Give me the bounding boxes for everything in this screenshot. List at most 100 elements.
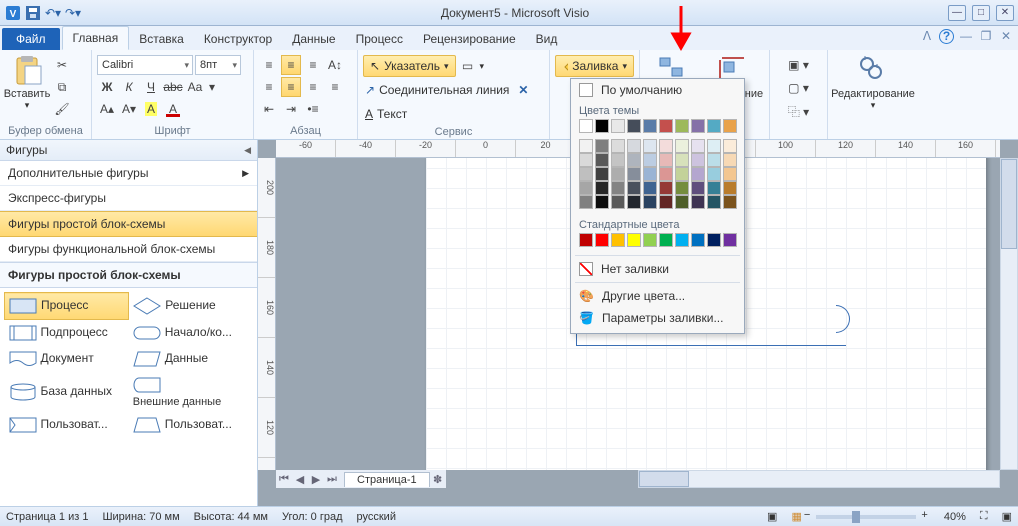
color-swatch[interactable]: [611, 139, 625, 153]
color-swatch[interactable]: [691, 195, 705, 209]
color-swatch[interactable]: [579, 119, 593, 133]
color-swatch[interactable]: [691, 139, 705, 153]
presentation-icon[interactable]: ▦: [791, 510, 801, 523]
shape-process[interactable]: Процесс: [5, 293, 129, 320]
color-swatch[interactable]: [595, 139, 609, 153]
color-swatch[interactable]: [675, 181, 689, 195]
fill-button[interactable]: Заливка▾: [555, 55, 634, 77]
font-size-combo[interactable]: 8пт: [195, 55, 241, 75]
color-swatch[interactable]: [675, 119, 689, 133]
color-swatch[interactable]: [723, 167, 737, 181]
color-swatch[interactable]: [643, 167, 657, 181]
color-swatch[interactable]: [611, 233, 625, 247]
color-swatch[interactable]: [707, 233, 721, 247]
color-swatch[interactable]: [659, 119, 673, 133]
justify-icon[interactable]: ≡: [325, 77, 345, 97]
color-swatch[interactable]: [691, 119, 705, 133]
bullets-icon[interactable]: •≡: [303, 99, 323, 119]
color-swatch[interactable]: [627, 119, 641, 133]
minimize-ribbon-icon[interactable]: ᐱ: [919, 28, 935, 44]
color-swatch[interactable]: [659, 167, 673, 181]
color-swatch[interactable]: [595, 195, 609, 209]
minimize-button[interactable]: —: [948, 5, 966, 21]
color-swatch[interactable]: [723, 195, 737, 209]
cut-icon[interactable]: ✂: [52, 55, 72, 75]
color-swatch[interactable]: [627, 181, 641, 195]
paste-button[interactable]: Вставить ▾: [5, 52, 49, 118]
color-swatch[interactable]: [723, 119, 737, 133]
align-right-icon[interactable]: ≡: [303, 77, 323, 97]
color-swatch[interactable]: [707, 119, 721, 133]
fill-options-item[interactable]: 🪣Параметры заливки...: [571, 307, 744, 329]
color-swatch[interactable]: [691, 233, 705, 247]
strike-icon[interactable]: abc: [163, 77, 183, 97]
vertical-scrollbar[interactable]: [1000, 158, 1018, 470]
no-fill-item[interactable]: Нет заливки: [571, 258, 744, 280]
italic-icon[interactable]: К: [119, 77, 139, 97]
color-swatch[interactable]: [707, 195, 721, 209]
color-swatch[interactable]: [579, 139, 593, 153]
connector[interactable]: [576, 345, 846, 346]
shape-database[interactable]: База данных: [5, 372, 129, 412]
color-swatch[interactable]: [723, 139, 737, 153]
color-swatch[interactable]: [611, 119, 625, 133]
grow-font-icon[interactable]: A▴: [97, 99, 117, 119]
underline-icon[interactable]: Ч: [141, 77, 161, 97]
shape-custom2[interactable]: Пользоват...: [129, 412, 253, 438]
shape-custom1[interactable]: Пользоват...: [5, 412, 129, 438]
color-swatch[interactable]: [723, 233, 737, 247]
shape-data[interactable]: Данные: [129, 346, 253, 372]
page-tab[interactable]: Страница-1: [344, 472, 430, 487]
bring-front-icon[interactable]: ▣ ▾: [775, 55, 822, 75]
color-swatch[interactable]: [595, 153, 609, 167]
doc-close-icon[interactable]: ✕: [998, 28, 1014, 44]
shape-decision[interactable]: Решение: [129, 293, 253, 320]
zoom-value[interactable]: 40%: [944, 511, 966, 523]
color-swatch[interactable]: [595, 233, 609, 247]
color-swatch[interactable]: [659, 153, 673, 167]
color-swatch[interactable]: [675, 233, 689, 247]
align-bottom-icon[interactable]: ≡: [303, 55, 323, 75]
color-swatch[interactable]: [643, 153, 657, 167]
color-swatch[interactable]: [595, 167, 609, 181]
fullscreen-icon[interactable]: ▣: [1002, 510, 1012, 523]
color-swatch[interactable]: [707, 181, 721, 195]
tab-home[interactable]: Главная: [62, 26, 130, 50]
color-swatch[interactable]: [707, 139, 721, 153]
align-top-icon[interactable]: ≡: [259, 55, 279, 75]
more-colors-item[interactable]: 🎨Другие цвета...: [571, 285, 744, 307]
color-swatch[interactable]: [675, 195, 689, 209]
color-swatch[interactable]: [659, 139, 673, 153]
color-swatch[interactable]: [611, 181, 625, 195]
fit-page-icon[interactable]: ⛶: [980, 510, 988, 523]
shape-document[interactable]: Документ: [5, 346, 129, 372]
color-swatch[interactable]: [643, 233, 657, 247]
macro-record-icon[interactable]: ▣: [767, 510, 777, 523]
color-swatch[interactable]: [659, 181, 673, 195]
help-icon[interactable]: ?: [939, 29, 954, 44]
pointer-tool-button[interactable]: ↖Указатель▾: [363, 55, 456, 77]
color-swatch[interactable]: [611, 153, 625, 167]
more-shapes-item[interactable]: Дополнительные фигуры▶: [0, 161, 257, 186]
font-name-combo[interactable]: Calibri: [97, 55, 193, 75]
prev-page-icon[interactable]: ◀: [292, 473, 308, 486]
color-swatch[interactable]: [611, 167, 625, 181]
color-swatch[interactable]: [595, 119, 609, 133]
color-swatch[interactable]: [723, 153, 737, 167]
color-swatch[interactable]: [579, 167, 593, 181]
text-tool-button[interactable]: AТекст: [363, 103, 409, 125]
redo-icon[interactable]: ↷▾: [64, 4, 82, 22]
tab-process[interactable]: Процесс: [346, 28, 413, 50]
color-swatch[interactable]: [659, 195, 673, 209]
maximize-button[interactable]: □: [972, 5, 990, 21]
case-icon[interactable]: Aa: [185, 77, 205, 97]
group-icon[interactable]: ⿻ ▾: [775, 101, 822, 121]
color-swatch[interactable]: [627, 233, 641, 247]
color-swatch[interactable]: [675, 139, 689, 153]
color-swatch[interactable]: [707, 153, 721, 167]
save-icon[interactable]: [24, 4, 42, 22]
express-shapes-item[interactable]: Экспресс-фигуры: [0, 186, 257, 211]
tab-review[interactable]: Рецензирование: [413, 28, 526, 50]
tab-view[interactable]: Вид: [526, 28, 568, 50]
color-swatch[interactable]: [627, 153, 641, 167]
